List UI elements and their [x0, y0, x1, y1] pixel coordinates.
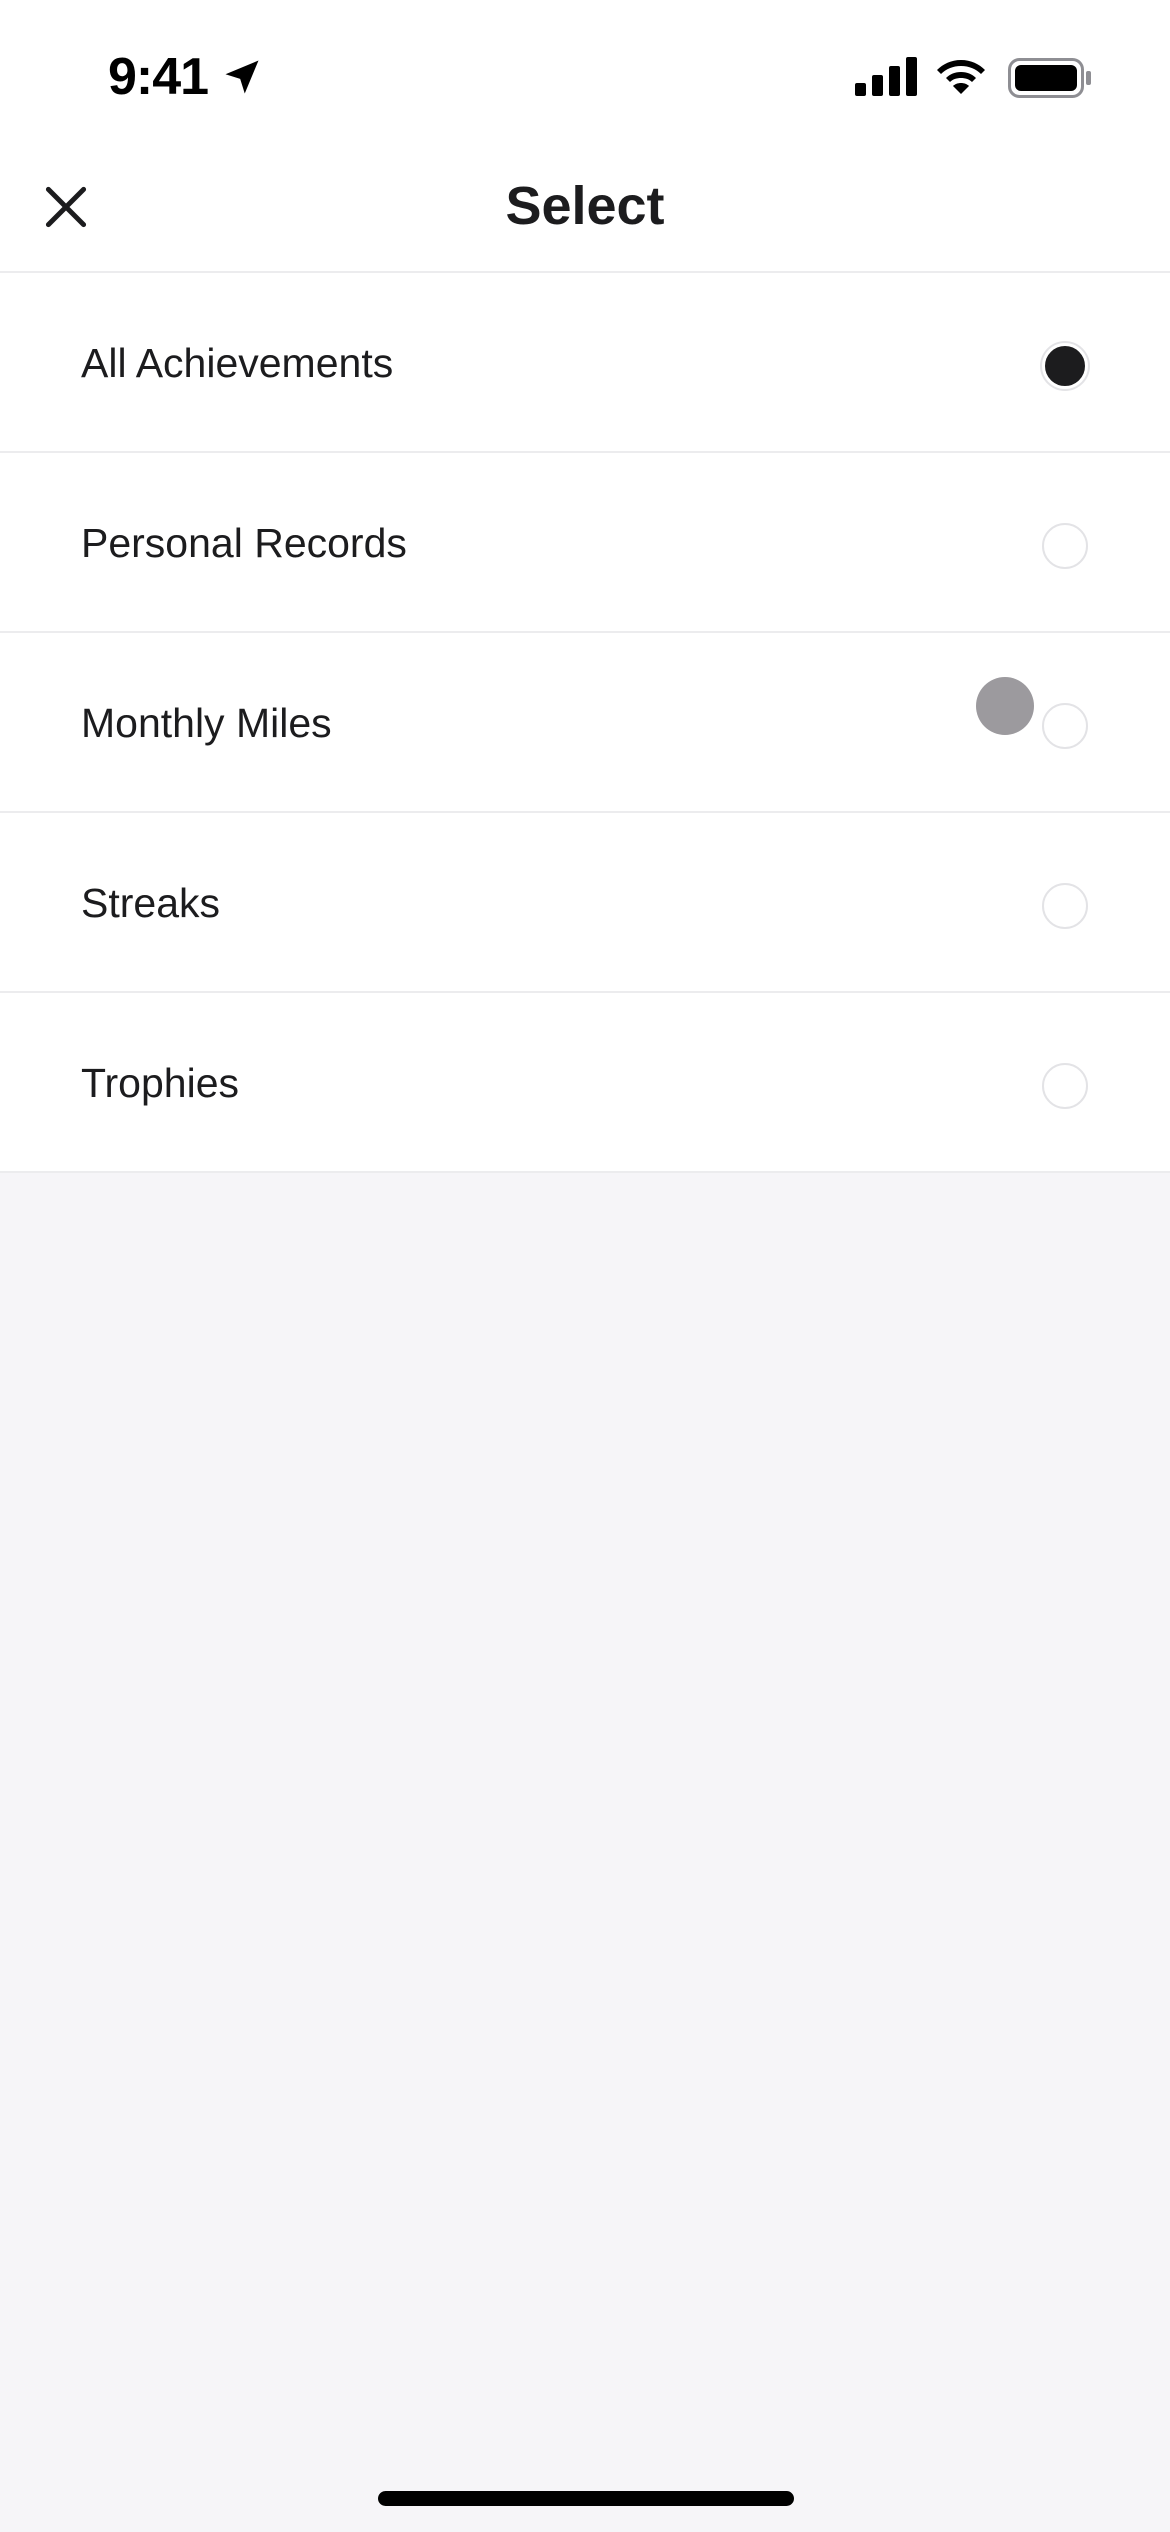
option-all-achievements[interactable]: All Achievements — [0, 273, 1170, 453]
option-label: Personal Records — [81, 520, 407, 566]
cellular-signal-icon — [855, 56, 917, 96]
option-label: Trophies — [81, 1060, 239, 1106]
option-label: All Achievements — [81, 340, 394, 386]
option-monthly-miles[interactable]: Monthly Miles — [0, 633, 1170, 813]
close-button[interactable] — [34, 175, 98, 239]
battery-icon — [1008, 58, 1092, 98]
option-list: All Achievements Personal Records Monthl… — [0, 273, 1170, 1173]
option-streaks[interactable]: Streaks — [0, 813, 1170, 993]
option-trophies[interactable]: Trophies — [0, 993, 1170, 1173]
status-bar: 9:41 — [0, 0, 1170, 150]
location-arrow-icon — [220, 55, 264, 99]
wifi-icon — [934, 54, 988, 96]
option-label: Streaks — [81, 880, 220, 926]
radio-unselected-icon[interactable] — [1042, 703, 1088, 749]
status-time-group: 9:41 — [108, 46, 264, 108]
radio-unselected-icon[interactable] — [1042, 523, 1088, 569]
radio-selected-icon[interactable] — [1042, 343, 1088, 389]
page-title: Select — [505, 176, 665, 236]
radio-unselected-icon[interactable] — [1042, 883, 1088, 929]
close-icon — [45, 186, 87, 228]
option-label: Monthly Miles — [81, 700, 332, 746]
option-personal-records[interactable]: Personal Records — [0, 453, 1170, 633]
home-indicator[interactable] — [378, 2491, 794, 2506]
nav-bar: Select — [0, 150, 1170, 273]
radio-unselected-icon[interactable] — [1042, 1063, 1088, 1109]
status-time: 9:41 — [108, 48, 209, 106]
